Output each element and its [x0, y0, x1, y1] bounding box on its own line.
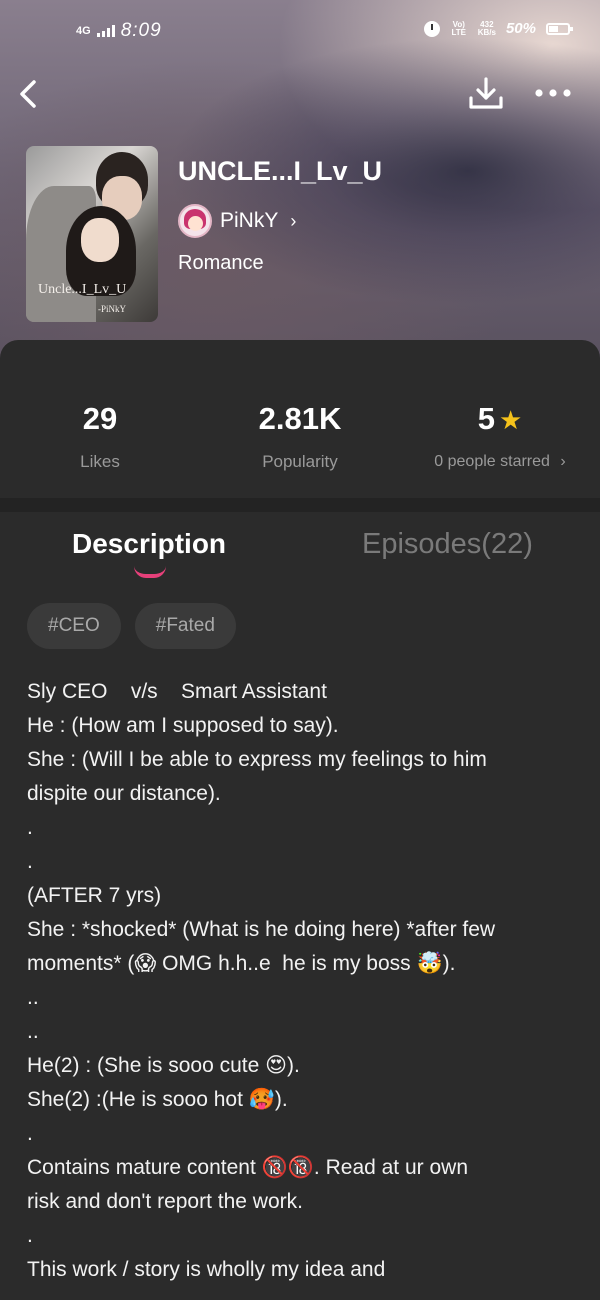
- description-line: He(2) : (She is sooo cute 😍).: [27, 1054, 300, 1077]
- stat-likes: 29 Likes: [0, 400, 200, 472]
- alarm-icon: [423, 20, 440, 37]
- battery-icon: [546, 22, 573, 35]
- more-options-button[interactable]: [530, 78, 576, 108]
- description-line: Contains mature content 🔞🔞. Read at ur o…: [27, 1156, 469, 1179]
- description-line: .: [27, 816, 33, 839]
- status-bar: 4G 8:09 Vo) LTE 432 KB/s 50%: [0, 0, 600, 64]
- tag-ceo[interactable]: #CEO: [27, 603, 121, 649]
- chevron-left-icon: [20, 80, 36, 108]
- likes-count: 29: [82, 401, 118, 436]
- cover-author: -PiNkY: [98, 304, 127, 314]
- rating-label: 0 people starred: [434, 453, 550, 470]
- author-avatar: [178, 204, 212, 238]
- genre-label: Romance: [178, 252, 264, 274]
- popularity-count: 2.81K: [258, 401, 342, 436]
- details-panel: 29 Likes 2.81K Popularity 5 ★ 0 people st…: [0, 340, 600, 1300]
- book-title: UNCLE...I_Lv_U: [178, 156, 383, 186]
- network-type: 4G: [76, 25, 91, 37]
- signal-icon: [96, 25, 115, 37]
- popularity-label: Popularity: [262, 452, 338, 471]
- star-icon: ★: [498, 405, 523, 435]
- description-line: She(2) :(He is sooo hot 🥵).: [27, 1088, 288, 1111]
- rating-value-row: 5 ★: [400, 400, 600, 439]
- tab-episodes[interactable]: Episodes(22): [362, 528, 533, 561]
- description-line: .: [27, 850, 33, 873]
- description-line: She : (Will I be able to express my feel…: [27, 748, 487, 771]
- stat-rating[interactable]: 5 ★ 0 people starred ›: [400, 400, 600, 471]
- description-line: ..: [27, 986, 39, 1009]
- tag-fated[interactable]: #Fated: [134, 603, 236, 649]
- description-line: She : *shocked* (What is he doing here) …: [27, 918, 496, 941]
- description-text: Sly CEO v/s Smart Assistant He : (How am …: [27, 675, 577, 1287]
- description-line: dispite our distance).: [27, 782, 221, 805]
- clock: 8:09: [120, 20, 162, 41]
- data-speed: 432 KB/s: [477, 20, 496, 37]
- rating-value: 5: [477, 401, 495, 436]
- description-line: moments* (😱 OMG h.h..e he is my boss 🤯).: [27, 952, 456, 975]
- tag-list: #CEO #Fated: [27, 603, 236, 649]
- tab-description[interactable]: Description: [72, 528, 226, 560]
- description-line: .: [27, 1224, 33, 1247]
- battery-percent: 50%: [505, 20, 536, 37]
- description-line: He : (How am I supposed to say).: [27, 714, 339, 737]
- book-cover[interactable]: Uncle...I_Lv_U -PiNkY: [26, 146, 158, 322]
- author-link[interactable]: PiNkY ›: [178, 204, 296, 238]
- header-background: 4G 8:09 Vo) LTE 432 KB/s 50% Uncle...I_L…: [0, 0, 600, 380]
- author-name: PiNkY: [220, 209, 279, 232]
- download-button[interactable]: [466, 74, 506, 114]
- description-line: Sly CEO v/s Smart Assistant: [27, 680, 327, 703]
- data-speed-unit: KB/s: [477, 27, 496, 37]
- active-tab-indicator: [134, 566, 166, 578]
- chevron-right-icon: ›: [560, 453, 566, 470]
- description-line: (AFTER 7 yrs): [27, 884, 162, 907]
- likes-label: Likes: [80, 452, 120, 471]
- chevron-right-icon: ›: [290, 210, 297, 231]
- description-line: This work / story is wholly my idea and: [27, 1258, 386, 1281]
- description-line: .: [27, 1122, 33, 1145]
- download-icon: [469, 77, 503, 109]
- back-button[interactable]: [10, 74, 50, 114]
- volte-indicator: Vo) LTE: [451, 19, 466, 37]
- stat-popularity: 2.81K Popularity: [200, 400, 400, 472]
- network-indicator: 4G: [76, 25, 91, 37]
- rating-label-row: 0 people starred ›: [400, 453, 600, 471]
- description-line: ..: [27, 1020, 39, 1043]
- section-divider: [0, 498, 600, 512]
- more-dots-icon: [535, 89, 571, 97]
- description-line: risk and don't report the work.: [27, 1190, 303, 1213]
- cover-title: Uncle...I_Lv_U: [38, 282, 127, 297]
